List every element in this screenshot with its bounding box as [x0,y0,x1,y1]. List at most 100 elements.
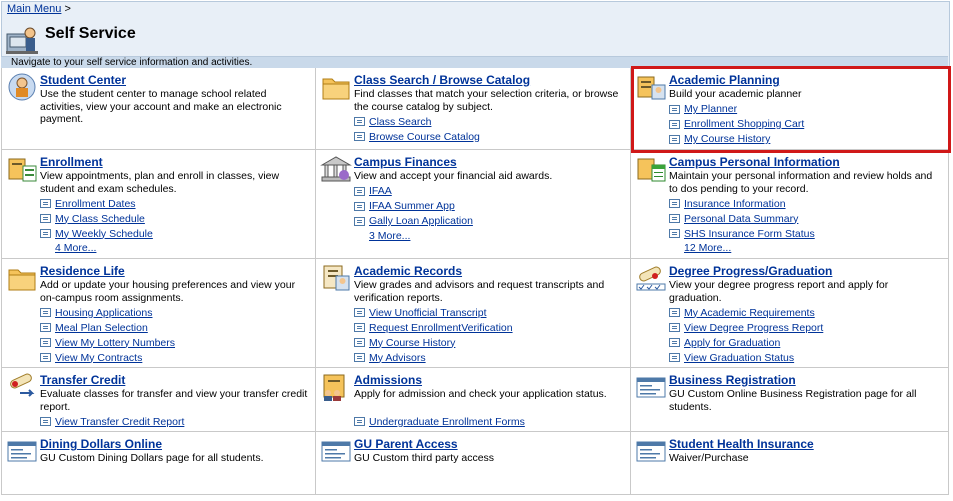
link-view-my-contracts[interactable]: View My Contracts [55,352,142,364]
page-link-icon [40,229,51,238]
link-my-planner[interactable]: My Planner [684,103,737,115]
link-item: Gally Loan Application [354,214,473,229]
link-item: Browse Course Catalog [354,129,480,144]
tile-transfer-credit: Transfer Credit Evaluate classes for tran… [1,368,316,432]
link-undergraduate-enrollment-forms[interactable]: Undergraduate Enrollment Forms [369,416,525,428]
link-ifaa-summer-app[interactable]: IFAA Summer App [369,200,455,212]
page-link-icon [354,132,365,141]
link-enrollment-dates[interactable]: Enrollment Dates [55,198,136,210]
link-view-unofficial-transcript[interactable]: View Unofficial Transcript [369,307,487,319]
tile-title-gu-parent-access[interactable]: GU Parent Access [354,437,458,451]
link-item: View My Lottery Numbers [40,335,175,350]
link-item: Insurance Information [669,196,815,211]
tile-degree-progress-graduation: Degree Progress/Graduation View your degr… [631,259,949,368]
tile-academic-planning: Academic Planning Build your academic pla… [631,68,949,150]
link-personal-data-summary[interactable]: Personal Data Summary [684,213,798,225]
self-service-icon [6,27,38,54]
tile-title-student-center[interactable]: Student Center [40,73,126,87]
tile-description: Find classes that match your selection c… [354,88,619,113]
page-link-icon [354,338,365,347]
tile-title-dining-dollars-online[interactable]: Dining Dollars Online [40,437,162,451]
more-link[interactable]: 12 More... [684,241,815,256]
tile-description: View appointments, plan and enroll in cl… [40,170,280,195]
tile-title-admissions[interactable]: Admissions [354,373,422,387]
page-icon [321,441,351,462]
link-request-enrollmentverification[interactable]: Request EnrollmentVerification [369,322,513,334]
link-item: My Course History [354,335,513,350]
tile-description: GU Custom third party access [354,452,495,464]
tile-title-business-registration[interactable]: Business Registration [669,373,796,387]
tile-description: Waiver/Purchase [669,452,749,464]
page-link-icon [40,308,51,317]
link-meal-plan-selection[interactable]: Meal Plan Selection [55,322,148,334]
link-item: View Transfer Credit Report [40,414,184,429]
page-link-icon [40,353,51,362]
tile-links: My Planner Enrollment Shopping Cart My Cou… [669,102,804,147]
more-link[interactable]: 4 More... [55,241,153,256]
tile-title-enrollment[interactable]: Enrollment [40,155,103,169]
tile-title-class-search-browse-catalog[interactable]: Class Search / Browse Catalog [354,73,530,87]
tile-description: GU Custom Dining Dollars page for all st… [40,452,264,464]
link-ifaa[interactable]: IFAA [369,185,392,197]
tile-title-residence-life[interactable]: Residence Life [40,264,125,278]
link-item: My Course History [669,132,804,147]
nav-hint-text: Navigate to your self service informatio… [11,57,253,68]
tile-description: View and accept your financial aid award… [354,170,553,182]
link-item: Housing Applications [40,305,175,320]
link-view-my-lottery-numbers[interactable]: View My Lottery Numbers [55,337,175,349]
tile-campus-finances: Campus Finances View and accept your fina… [316,150,631,259]
page-title: Self Service [45,25,136,42]
link-my-academic-requirements[interactable]: My Academic Requirements [684,307,815,319]
link-my-course-history[interactable]: My Course History [369,337,455,349]
link-item: SHS Insurance Form Status [669,226,815,241]
page-link-icon [40,417,51,426]
tile-title-academic-planning[interactable]: Academic Planning [669,73,780,87]
link-item: View My Contracts [40,350,175,365]
link-item: My Planner [669,102,804,117]
breadcrumb-main-menu-link[interactable]: Main Menu [7,3,61,15]
page-link-icon [354,417,365,426]
tile-title-academic-records[interactable]: Academic Records [354,264,462,278]
link-my-weekly-schedule[interactable]: My Weekly Schedule [55,228,153,240]
link-item: My Advisors [354,350,513,365]
link-enrollment-shopping-cart[interactable]: Enrollment Shopping Cart [684,118,804,130]
tile-description: Evaluate classes for transfer and view y… [40,388,308,413]
link-class-search[interactable]: Class Search [369,116,431,128]
link-item: View Unofficial Transcript [354,305,513,320]
page-link-icon [40,338,51,347]
tile-title-transfer-credit[interactable]: Transfer Credit [40,373,125,387]
tile-links: Insurance Information Personal Data Summa… [669,196,815,256]
tile-title-campus-personal-information[interactable]: Campus Personal Information [669,155,840,169]
link-item: Request EnrollmentVerification [354,320,513,335]
more-link[interactable]: 3 More... [369,229,473,244]
link-browse-course-catalog[interactable]: Browse Course Catalog [369,131,480,143]
link-item: Class Search [354,114,480,129]
link-my-course-history[interactable]: My Course History [684,133,770,145]
link-view-transfer-credit-report[interactable]: View Transfer Credit Report [55,416,184,428]
link-view-graduation-status[interactable]: View Graduation Status [684,352,794,364]
tile-gu-parent-access: GU Parent Access GU Custom third party ac… [316,432,631,495]
tile-title-degree-progress-graduation[interactable]: Degree Progress/Graduation [669,264,832,278]
link-view-degree-progress-report[interactable]: View Degree Progress Report [684,322,823,334]
tile-dining-dollars-online: Dining Dollars Online GU Custom Dining Do… [1,432,316,495]
link-apply-for-graduation[interactable]: Apply for Graduation [684,337,780,349]
tile-business-registration: Business Registration GU Custom Online Bu… [631,368,949,432]
personal-information-icon [637,158,666,182]
page-link-icon [354,323,365,332]
link-gally-loan-application[interactable]: Gally Loan Application [369,215,473,227]
page-link-icon [40,323,51,332]
admissions-icon [323,374,345,401]
link-insurance-information[interactable]: Insurance Information [684,198,786,210]
page-link-icon [40,214,51,223]
link-housing-applications[interactable]: Housing Applications [55,307,152,319]
page-link-icon [40,199,51,208]
link-my-class-schedule[interactable]: My Class Schedule [55,213,145,225]
link-my-advisors[interactable]: My Advisors [369,352,426,364]
page-link-icon [669,214,680,223]
link-item: Enrollment Shopping Cart [669,117,804,132]
link-shs-insurance-form-status[interactable]: SHS Insurance Form Status [684,228,815,240]
tile-title-campus-finances[interactable]: Campus Finances [354,155,457,169]
link-item: Enrollment Dates [40,196,153,211]
tile-title-student-health-insurance[interactable]: Student Health Insurance [669,437,814,451]
tile-description: Use the student center to manage school … [40,88,282,125]
